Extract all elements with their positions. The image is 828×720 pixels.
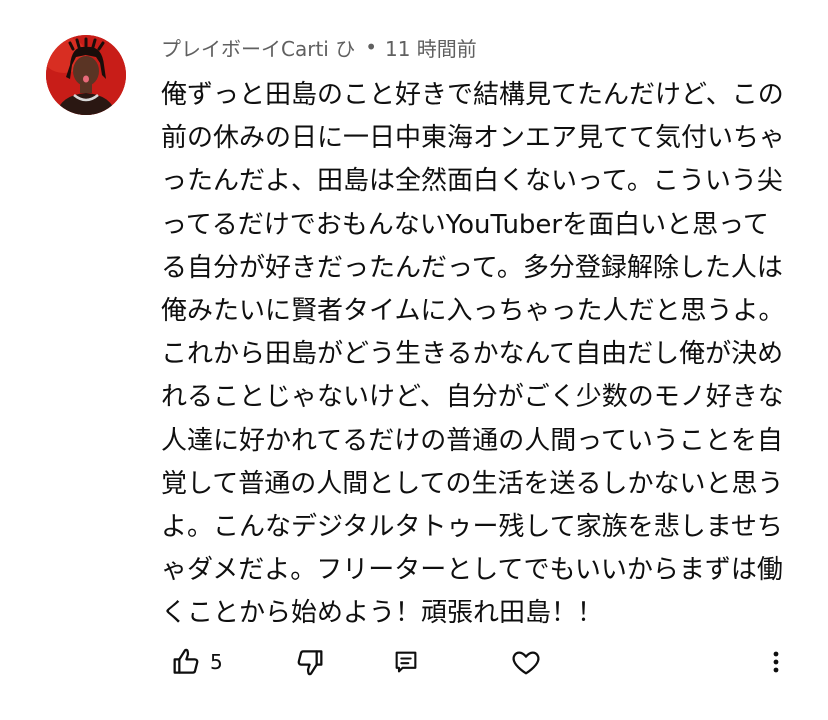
comment-text: 俺ずっと田島のこと好きで結構見てたんだけど、この 前の休みの日に一日中東海オンエ…	[161, 80, 786, 629]
author-name[interactable]: プレイボーイCarti ひ	[161, 33, 355, 62]
avatar[interactable]	[46, 35, 126, 115]
separator-dot: •	[365, 35, 377, 59]
more-vertical-icon	[773, 651, 779, 673]
heart-icon	[512, 651, 540, 675]
thumbs-down-icon	[297, 650, 323, 676]
reply-button[interactable]	[392, 640, 420, 684]
reply-icon	[395, 651, 417, 673]
comment-thread: プレイボーイCarti ひ • 11 時間前 俺ずっと田島のこと好きで結構見てた…	[0, 0, 828, 720]
more-options-button[interactable]	[764, 640, 788, 684]
timestamp[interactable]: 11 時間前	[385, 33, 477, 62]
thumbs-up-icon	[173, 648, 199, 674]
comment-actions: 5	[0, 640, 828, 684]
avatar-image	[46, 35, 126, 115]
like-count: 5	[210, 650, 223, 674]
dislike-button[interactable]	[294, 640, 326, 684]
comment-header: プレイボーイCarti ひ • 11 時間前	[161, 32, 477, 62]
like-button[interactable]: 5	[170, 640, 223, 684]
heart-button[interactable]	[510, 640, 542, 684]
